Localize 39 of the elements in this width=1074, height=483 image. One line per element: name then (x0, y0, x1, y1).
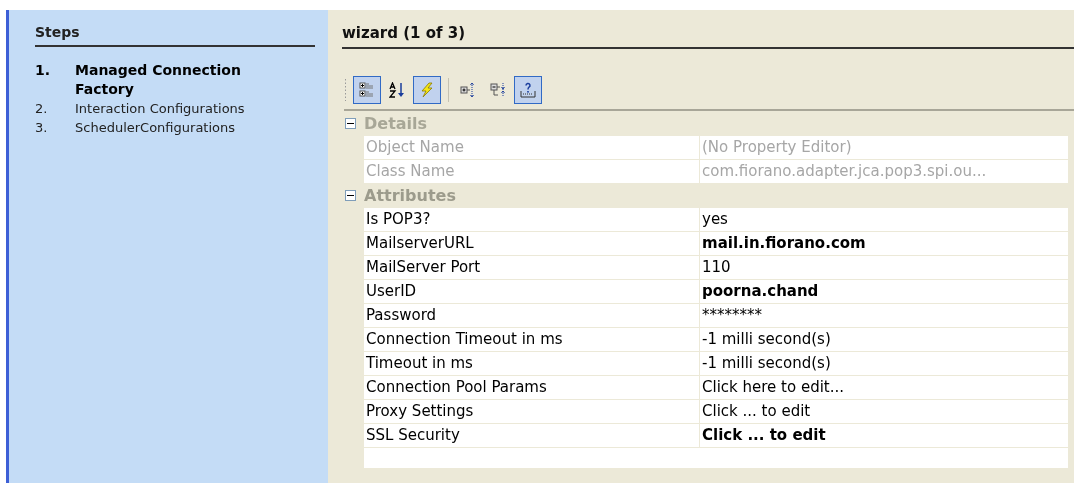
step-item[interactable]: 3. SchedulerConfigurations (35, 118, 312, 137)
section-toggle[interactable] (345, 190, 356, 201)
property-value[interactable]: yes (700, 207, 1068, 231)
property-value[interactable]: mail.in.fiorano.com (700, 231, 1068, 255)
minus-icon (347, 120, 354, 127)
property-name: MailserverURL (364, 231, 700, 255)
property-name: UserID (364, 279, 700, 303)
property-name: Connection Pool Params (364, 375, 700, 399)
wizard-title: wizard (1 of 3) (342, 22, 1074, 49)
categorized-icon (359, 81, 375, 98)
step-item[interactable]: 1. Managed Connection Factory (35, 61, 312, 99)
property-value[interactable]: ******** (700, 303, 1068, 327)
property-name: SSL Security (364, 423, 700, 447)
property-name: Password (364, 303, 700, 327)
collapse-icon (490, 81, 506, 98)
expand-icon (460, 81, 476, 98)
sort-az-icon (389, 81, 405, 98)
property-value[interactable]: Click ... to edit (700, 423, 1068, 447)
toolbar-grip-icon (344, 78, 347, 101)
section-title: Details (364, 112, 428, 135)
property-name: Object Name (364, 135, 700, 159)
property-value[interactable]: Click here to edit... (700, 375, 1068, 399)
property-name: Class Name (364, 159, 700, 183)
property-name: Timeout in ms (364, 351, 700, 375)
property-value[interactable]: -1 milli second(s) (700, 351, 1068, 375)
minus-icon (347, 192, 354, 199)
section-title: Attributes (364, 184, 456, 207)
lightning-icon (419, 81, 435, 98)
property-value[interactable]: 110 (700, 255, 1068, 279)
help-icon (520, 81, 536, 98)
property-name: Proxy Settings (364, 399, 700, 423)
step-item[interactable]: 2. Interaction Configurations (35, 99, 312, 118)
property-value[interactable]: Click ... to edit (700, 399, 1068, 423)
steps-title: Steps (35, 22, 315, 47)
property-name: Connection Timeout in ms (364, 327, 700, 351)
property-value[interactable]: poorna.chand (700, 279, 1068, 303)
property-value[interactable]: -1 milli second(s) (700, 327, 1068, 351)
property-name: MailServer Port (364, 255, 700, 279)
property-name: Is POP3? (364, 207, 700, 231)
